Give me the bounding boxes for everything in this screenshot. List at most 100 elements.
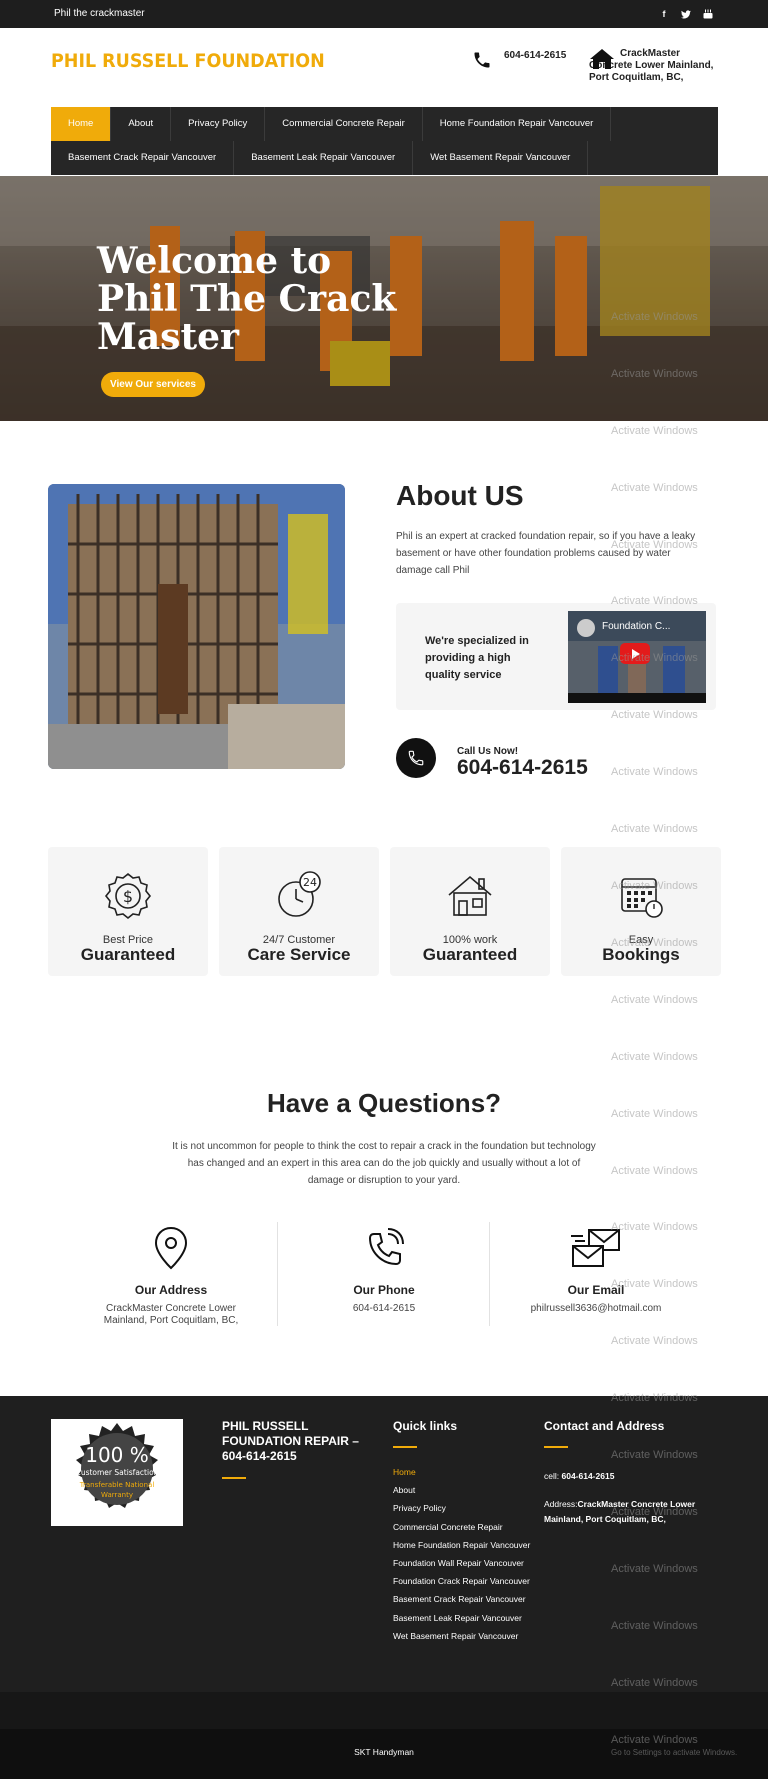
footer-link[interactable]: Commercial Concrete Repair — [393, 1522, 530, 1540]
activate-windows-subtext: Go to Settings to activate Windows. — [611, 1748, 738, 1757]
nav-item-commercial-concrete-repair[interactable]: Commercial Concrete Repair — [265, 107, 423, 141]
footer-accent-line — [544, 1446, 568, 1448]
dollar-badge-icon: $ — [104, 872, 152, 920]
facebook-icon[interactable]: f — [656, 6, 672, 22]
activate-windows-watermark: Activate Windows — [611, 1221, 698, 1233]
footer-company: PHIL RUSSELL FOUNDATION REPAIR – 604-614… — [222, 1419, 359, 1463]
contact-address-title: Contact and Address — [544, 1419, 665, 1433]
activate-windows-watermark: Activate Windows — [611, 1392, 698, 1404]
activate-windows-watermark: Activate Windows — [611, 1108, 698, 1120]
footer-link[interactable]: Home — [393, 1467, 530, 1485]
footer-link[interactable]: Foundation Crack Repair Vancouver — [393, 1576, 530, 1594]
footer-link[interactable]: About — [393, 1485, 530, 1503]
activate-windows-watermark: Activate Windows — [611, 368, 698, 380]
phone-icon — [368, 1228, 404, 1266]
contact-title: Our Phone — [353, 1283, 415, 1297]
activate-windows-watermark: Activate Windows — [611, 652, 698, 664]
top-bar: Phil the crackmaster f — [0, 0, 768, 28]
activate-windows-watermark: Activate Windows — [611, 709, 698, 721]
twitter-icon[interactable] — [678, 6, 694, 22]
quick-links-title: Quick links — [393, 1419, 458, 1433]
nav-item-privacy-policy[interactable]: Privacy Policy — [171, 107, 266, 141]
site-header: PHIL RUSSELL FOUNDATION 604-614-2615 Cra… — [0, 28, 768, 108]
activate-windows-watermark: Activate Windows — [611, 1278, 698, 1290]
badge-line2: Transferable National — [79, 1481, 155, 1489]
contact-title: Our Address — [134, 1283, 208, 1297]
activate-windows-watermark: Activate Windows — [611, 482, 698, 494]
activate-windows-watermark: Activate Windows — [611, 1677, 698, 1689]
house-icon — [590, 49, 614, 69]
hero-banner: Welcome to Phil The Crack Master View Ou… — [0, 176, 768, 421]
badge-line1: Customer Satisfaction — [76, 1468, 159, 1477]
activate-windows-watermark: Activate Windows — [611, 539, 698, 551]
activate-windows-watermark: Activate Windows — [611, 425, 698, 437]
activate-windows-watermark: Activate Windows — [611, 1051, 698, 1063]
feature-card-customer-care: 24 24/7 Customer Care Service — [219, 847, 379, 976]
feature-card-easy-bookings: Easy Bookings — [561, 847, 721, 976]
specialized-text: We're specialized in providing a high qu… — [425, 635, 529, 681]
contact-value[interactable]: philrussell3636@hotmail.com — [490, 1303, 702, 1315]
activate-windows-watermark: Activate Windows — [611, 766, 698, 778]
youtube-icon[interactable] — [700, 6, 716, 22]
footer-link[interactable]: Privacy Policy — [393, 1503, 530, 1521]
footer-link[interactable]: Basement Crack Repair Vancouver — [393, 1594, 530, 1612]
feature-line2: Care Service — [247, 945, 351, 964]
activate-windows-watermark: Activate Windows — [611, 823, 698, 835]
activate-windows-watermark: Activate Windows — [611, 1506, 698, 1518]
video-title: Foundation C... — [602, 621, 671, 632]
footer-address-label: Address: — [544, 1499, 578, 1509]
nav-row-2: Basement Crack Repair Vancouver Basement… — [51, 141, 718, 175]
footer-cell-label: cell: — [544, 1471, 562, 1481]
svg-text:24: 24 — [303, 876, 317, 889]
footer-link[interactable]: Wet Basement Repair Vancouver — [393, 1631, 530, 1649]
contact-phone: Our Phone 604-614-2615 — [278, 1222, 490, 1328]
questions-text: It is not uncommon for people to think t… — [172, 1141, 596, 1186]
contact-address: Our Address CrackMaster Concrete Lower M… — [65, 1222, 277, 1328]
header-phone: 604-614-2615 — [472, 50, 566, 70]
map-pin-icon — [154, 1226, 188, 1270]
nav-item-home[interactable]: Home — [51, 107, 112, 141]
activate-windows-watermark: Activate Windows — [611, 1620, 698, 1632]
nav-item-basement-leak-repair[interactable]: Basement Leak Repair Vancouver — [234, 141, 414, 175]
activate-windows-watermark: Activate Windows — [611, 1165, 698, 1177]
svg-text:$: $ — [123, 887, 133, 906]
call-number[interactable]: 604-614-2615 — [457, 756, 588, 780]
main-nav: Home About Privacy Policy Commercial Con… — [51, 107, 718, 175]
activate-windows-watermark: Activate Windows — [611, 1449, 698, 1461]
activate-windows-watermark: Activate Windows — [611, 1335, 698, 1347]
sub-footer — [0, 1692, 768, 1729]
activate-windows-watermark: Activate Windows — [611, 937, 698, 949]
site-logo[interactable]: PHIL RUSSELL FOUNDATION — [51, 50, 325, 72]
view-services-button[interactable]: View Our services — [101, 372, 205, 397]
feature-card-best-price: $ Best Price Guaranteed — [48, 847, 208, 976]
badge-line3: Warranty — [101, 1491, 133, 1499]
feature-line2: Guaranteed — [80, 945, 176, 964]
footer-link[interactable]: Foundation Wall Repair Vancouver — [393, 1558, 530, 1576]
activate-windows-watermark: Activate Windows — [611, 880, 698, 892]
activate-windows-watermark: Activate Windows — [611, 994, 698, 1006]
house-icon — [448, 875, 492, 916]
quick-links-list: Home About Privacy Policy Commercial Con… — [393, 1467, 530, 1649]
header-phone-number[interactable]: 604-614-2615 — [504, 50, 566, 70]
activate-windows-watermark: Activate Windows — [611, 1563, 698, 1575]
contact-value: CrackMaster Concrete Lower Mainland, Por… — [103, 1303, 239, 1326]
footer-link[interactable]: Home Foundation Repair Vancouver — [393, 1540, 530, 1558]
contact-email: Our Email philrussell3636@hotmail.com — [490, 1222, 702, 1328]
nav-item-about[interactable]: About — [111, 107, 172, 141]
footer-link[interactable]: Basement Leak Repair Vancouver — [393, 1613, 530, 1631]
phone-icon — [474, 52, 490, 68]
nav-item-home-foundation-repair[interactable]: Home Foundation Repair Vancouver — [423, 107, 612, 141]
clock-24-icon: 24 — [278, 871, 321, 917]
tagline: Phil the crackmaster — [54, 8, 145, 19]
call-us-block: Call Us Now! 604-614-2615 — [396, 738, 588, 779]
contact-value[interactable]: 604-614-2615 — [278, 1303, 490, 1315]
hero-title: Welcome to Phil The Crack Master — [97, 240, 397, 358]
footer-cell-value[interactable]: 604-614-2615 — [561, 1471, 614, 1481]
footer-accent-line — [393, 1446, 417, 1448]
nav-item-basement-crack-repair[interactable]: Basement Crack Repair Vancouver — [51, 141, 235, 175]
nav-item-wet-basement-repair[interactable]: Wet Basement Repair Vancouver — [413, 141, 589, 175]
about-image — [48, 484, 345, 769]
badge-percent: 100 % — [85, 1443, 149, 1467]
activate-windows-watermark: Activate Windows — [611, 595, 698, 607]
about-title: About US — [396, 480, 524, 511]
